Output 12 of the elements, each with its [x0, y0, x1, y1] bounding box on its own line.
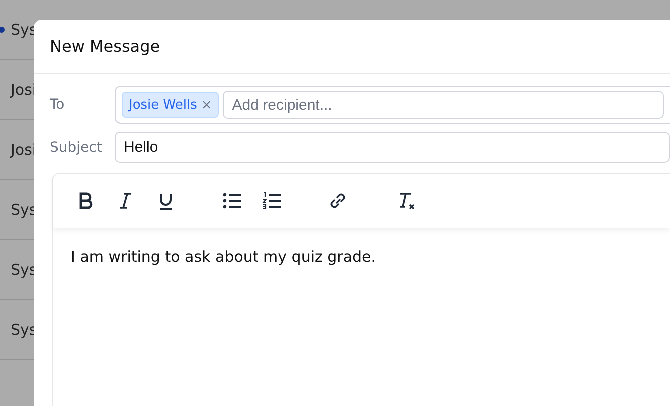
dialog-title: New Message	[50, 37, 160, 56]
recipient-name: Josie Wells	[129, 98, 198, 112]
subject-input[interactable]: Hello	[115, 132, 670, 163]
recipient-field[interactable]: Josie Wells × Add recipient...	[115, 86, 670, 124]
recipient-chip[interactable]: Josie Wells ×	[122, 92, 220, 118]
remove-button[interactable]: ×	[201, 98, 212, 112]
numbered-list-icon	[261, 190, 283, 212]
field-label: Subject	[50, 140, 104, 156]
field-label: To	[50, 97, 66, 113]
add-recipient-input[interactable]: Add recipient...	[223, 91, 664, 119]
message-body-text[interactable]: I am writing to ask about my quiz grade.	[53, 228, 670, 266]
numbered-list-button[interactable]	[261, 190, 283, 212]
